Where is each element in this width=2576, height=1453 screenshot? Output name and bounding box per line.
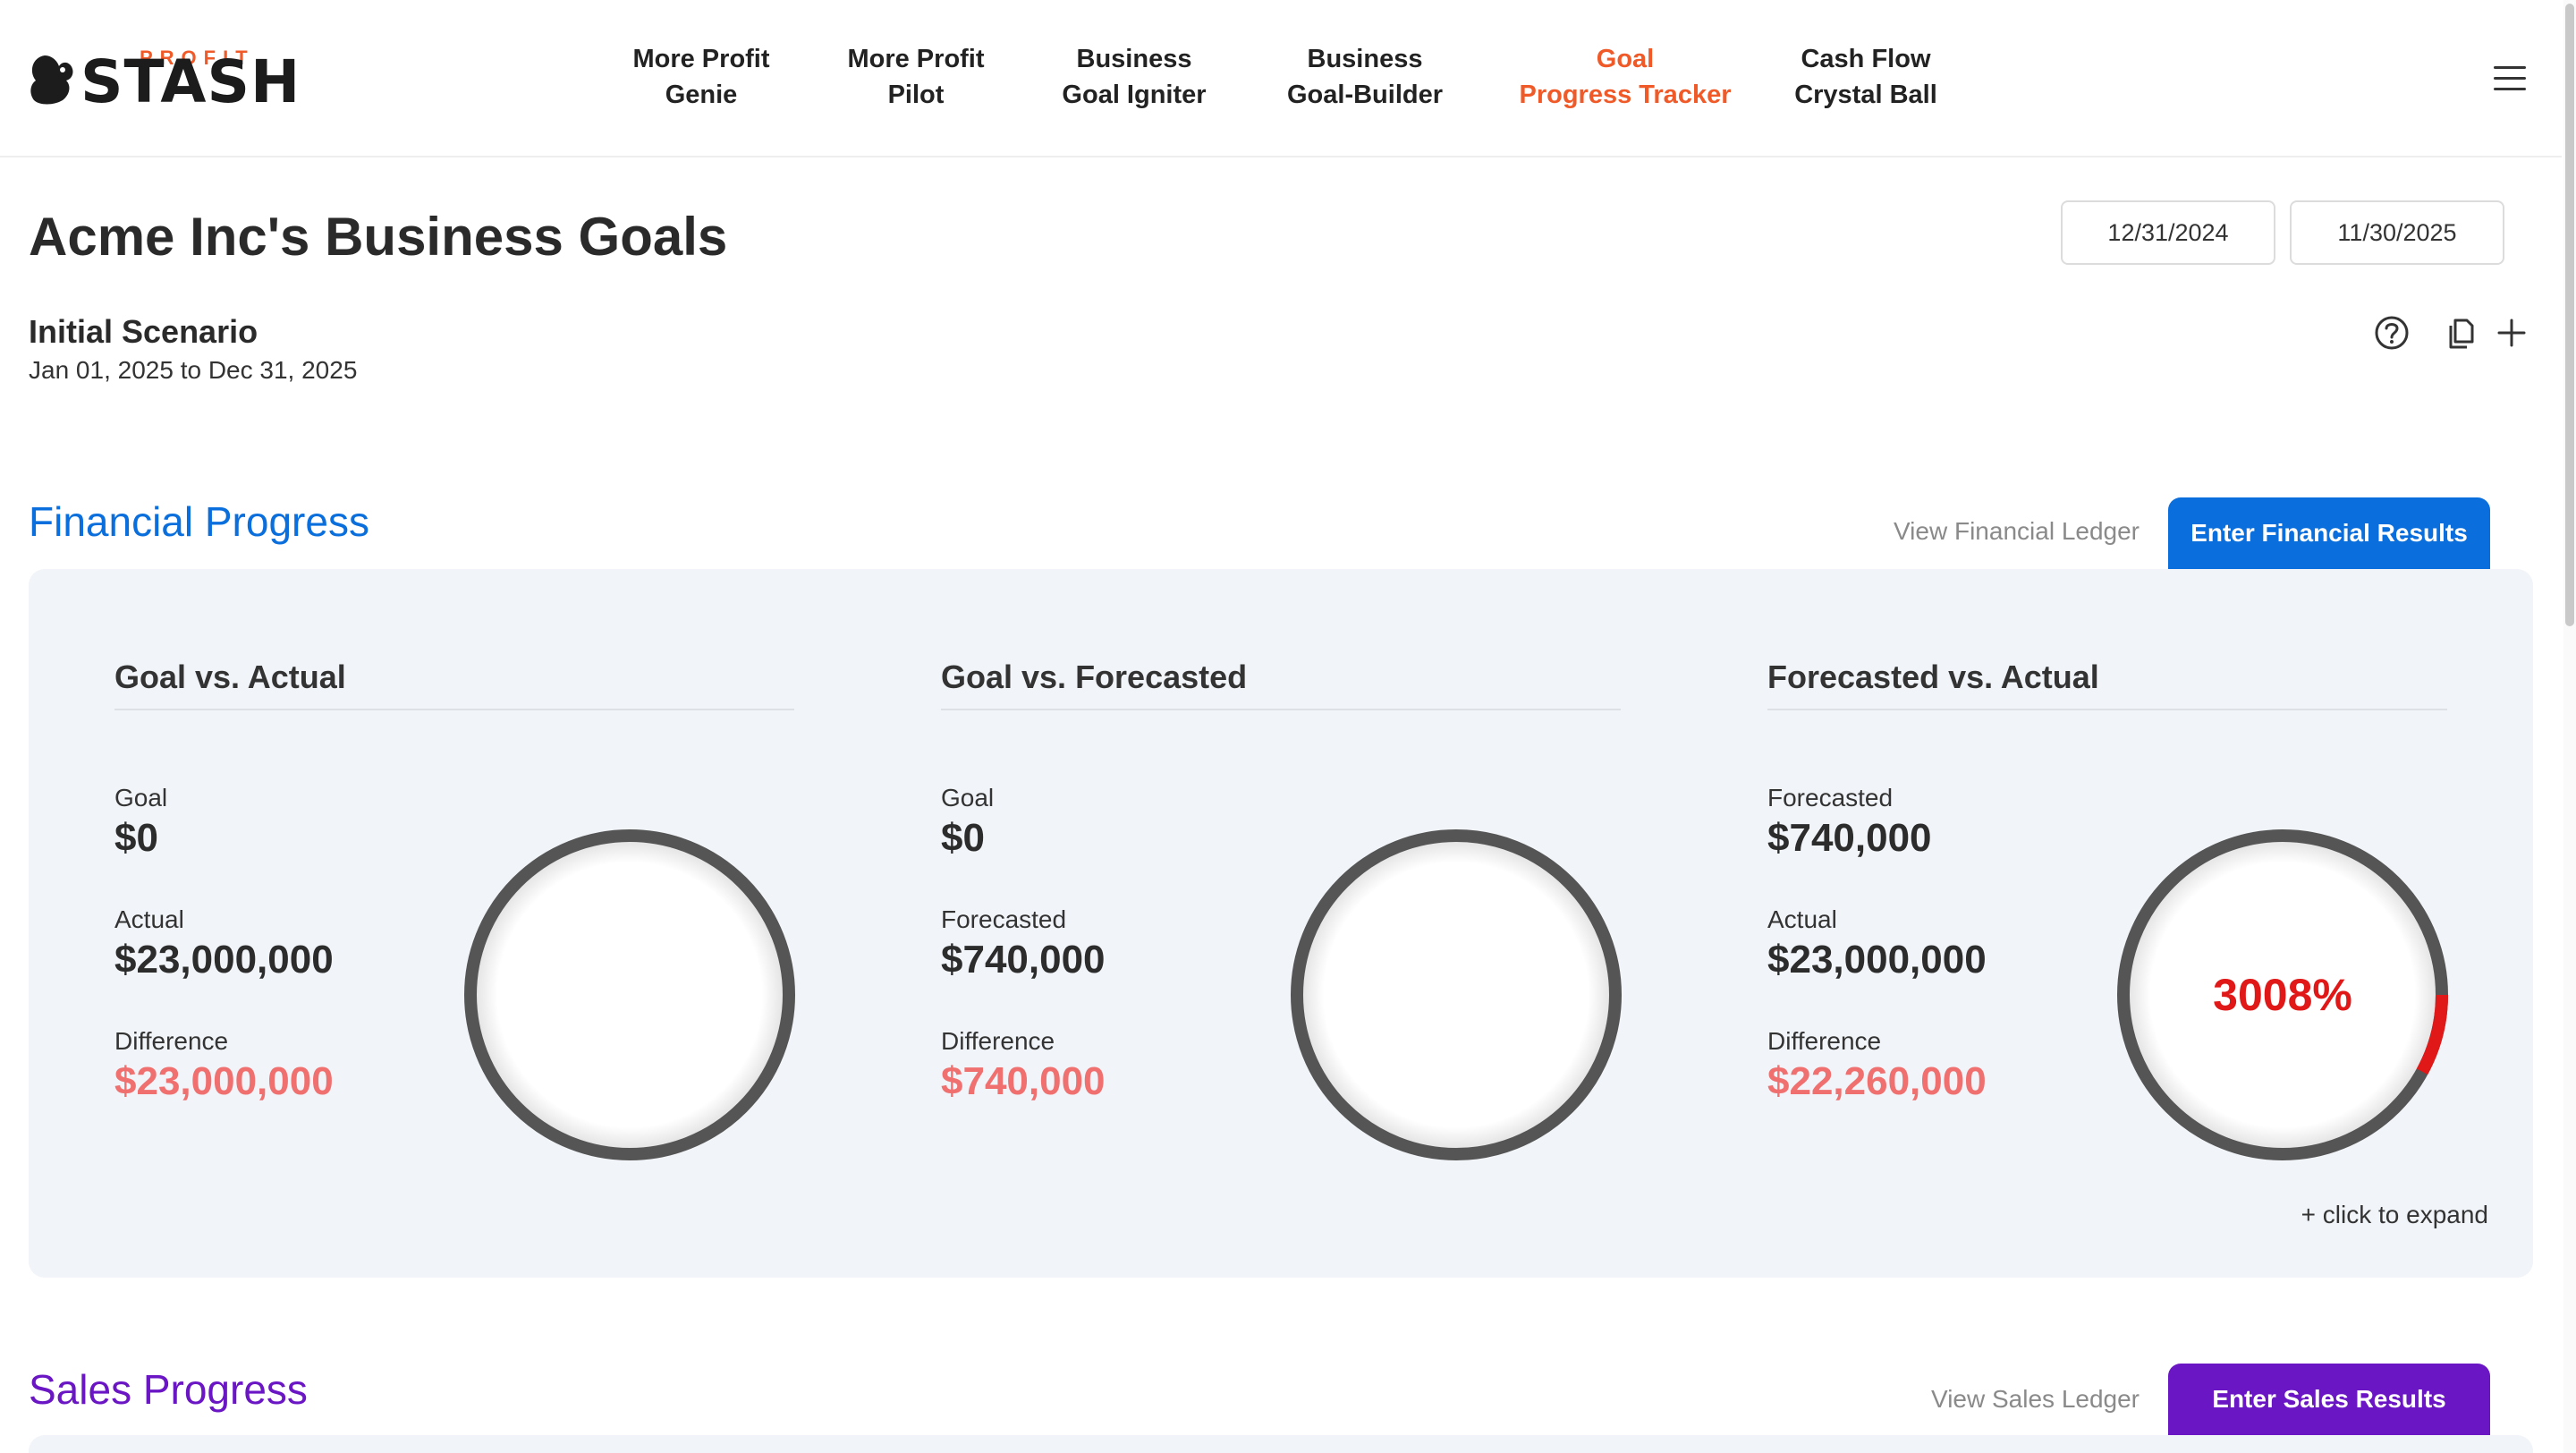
gauge-percent-text: 3008% [2213,970,2352,1020]
nav-label-line1: Business [1307,45,1423,73]
financial-progress-panel: Goal vs. Actual Goal $0 Actual $23,000,0… [29,569,2533,1278]
profit-stash-logo[interactable]: PROFIT STASH [27,47,300,115]
click-to-expand-link[interactable]: + click to expand [2301,1201,2488,1229]
start-date-field[interactable]: 12/31/2024 [2061,200,2275,265]
forecasted-vs-actual-card: Forecasted vs. Actual Forecasted $740,00… [1767,659,2449,1161]
nav-label-line1: Cash Flow [1801,45,1931,73]
enter-sales-results-button[interactable]: Enter Sales Results [2168,1364,2490,1435]
sales-progress-panel [29,1435,2533,1453]
metric-value: $740,000 [941,938,1106,981]
nav-business-goal-igniter[interactable]: Business Goal Igniter [1055,41,1213,122]
nav-goal-progress-tracker[interactable]: Goal Progress Tracker [1515,41,1735,122]
hamburger-menu-icon[interactable] [2494,66,2526,91]
metric-label: Goal [941,784,995,811]
plus-icon[interactable] [2492,313,2531,353]
difference-value: $22,260,000 [1767,1059,1987,1103]
help-circle-icon[interactable] [2372,313,2411,353]
metric-value: $740,000 [1767,816,1932,860]
logo-stash-text: STASH [80,47,301,116]
nav-label-line2: Progress Tracker [1519,81,1732,109]
nav-label-line1: More Profit [632,45,770,73]
metric-label: Goal [114,784,168,811]
progress-gauge: 3008% [2116,828,2449,1161]
nav-label-line2: Pilot [887,81,945,109]
end-date-field[interactable]: 11/30/2025 [2290,200,2504,265]
copy-icon[interactable] [2442,313,2481,353]
view-sales-ledger-link[interactable]: View Sales Ledger [1931,1385,2140,1414]
scenario-name: Initial Scenario [29,313,258,350]
card-title: Forecasted vs. Actual [1767,659,2099,695]
nav-cash-flow-crystal-ball[interactable]: Cash Flow Crystal Ball [1789,41,1943,122]
card-title: Goal vs. Forecasted [941,659,1248,695]
top-header: PROFIT STASH More Profit Genie More Prof… [0,0,2562,157]
financial-progress-title: Financial Progress [29,498,369,545]
card-title: Goal vs. Actual [114,659,346,695]
progress-gauge [463,828,796,1161]
goal-vs-actual-card: Goal vs. Actual Goal $0 Actual $23,000,0… [114,659,796,1161]
nav-label-line2: Crystal Ball [1794,81,1937,109]
nav-label-line1: More Profit [847,45,985,73]
difference-value: $23,000,000 [114,1059,334,1103]
squirrel-logo-icon [30,55,73,105]
metric-label: Difference [114,1027,229,1055]
metric-label: Forecasted [941,905,1067,933]
scenario-date-range: Jan 01, 2025 to Dec 31, 2025 [29,356,358,384]
metric-label: Actual [1767,905,1837,933]
metric-value: $23,000,000 [114,938,334,981]
card-divider [1767,709,2447,710]
metric-label: Difference [941,1027,1055,1055]
gauge-percent-text [463,828,796,1161]
nav-label-line2: Genie [665,81,738,109]
goal-vs-forecasted-card: Goal vs. Forecasted Goal $0 Forecasted $… [941,659,1623,1161]
nav-label-line1: Goal [1596,45,1655,73]
nav-more-profit-pilot[interactable]: More Profit Pilot [841,41,991,122]
nav-label-line1: Business [1076,45,1192,73]
metric-label: Difference [1767,1027,1882,1055]
nav-more-profit-genie[interactable]: More Profit Genie [626,41,776,122]
metric-label: Forecasted [1767,784,1894,811]
metric-value: $23,000,000 [1767,938,1987,981]
nav-business-goal-builder[interactable]: Business Goal-Builder [1284,41,1445,122]
sales-progress-title: Sales Progress [29,1366,308,1413]
metric-value: $0 [114,816,158,860]
gauge-percent-text [1290,828,1623,1161]
metric-label: Actual [114,905,184,933]
enter-financial-results-button[interactable]: Enter Financial Results [2168,497,2490,569]
card-divider [114,709,794,710]
view-financial-ledger-link[interactable]: View Financial Ledger [1894,517,2140,546]
difference-value: $740,000 [941,1059,1106,1103]
metric-value: $0 [941,816,985,860]
page-title: Acme Inc's Business Goals [29,207,728,267]
nav-label-line2: Goal Igniter [1062,81,1207,109]
progress-gauge [1290,828,1623,1161]
card-divider [941,709,1621,710]
nav-label-line2: Goal-Builder [1286,81,1443,109]
scrollbar-thumb[interactable] [2565,4,2574,626]
